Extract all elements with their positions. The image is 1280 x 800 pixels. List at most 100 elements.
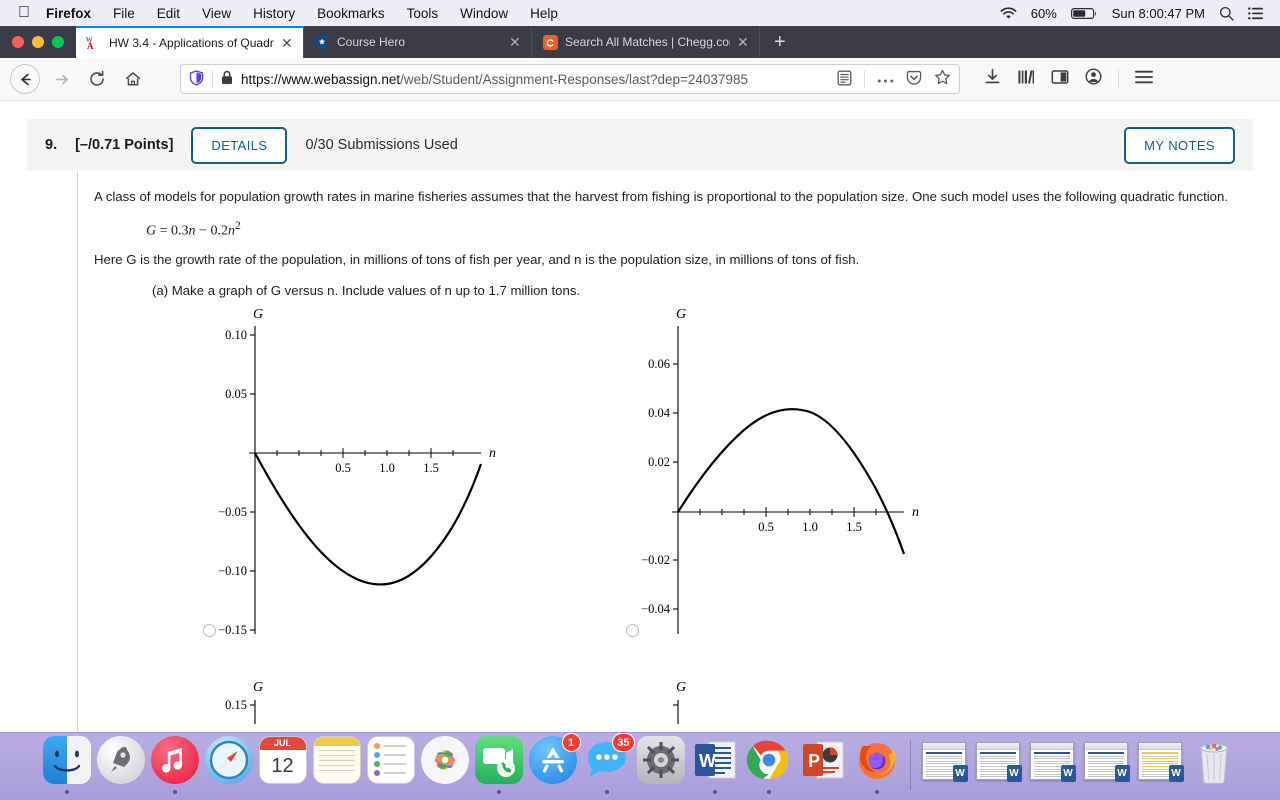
menu-item-tools[interactable]: Tools — [407, 6, 439, 21]
dock-item-reminders[interactable] — [364, 736, 418, 798]
answer-choice-2[interactable]: G n 0.06 0.04 0.02 −0.02 −0.04 0.5 1.0 1… — [612, 304, 1032, 654]
menubar-clock: Sun 8:00:47 PM — [1111, 5, 1205, 21]
firefox-icon — [853, 736, 901, 784]
graph-choice-1[interactable]: G n 0.10 0.05 −0.05 −0.10 −0.15 0.5 1.0 … — [189, 304, 609, 649]
menu-item-help[interactable]: Help — [530, 6, 558, 21]
my-notes-button[interactable]: MY NOTES — [1124, 126, 1235, 164]
tab-webassign[interactable]: WA HW 3.4 - Applications of Quadrat ✕ — [76, 26, 304, 58]
downloads-icon[interactable] — [984, 68, 1001, 90]
spotlight-search-icon[interactable] — [1219, 6, 1234, 21]
menu-item-edit[interactable]: Edit — [157, 6, 180, 21]
reader-view-icon[interactable] — [837, 70, 852, 89]
tracking-protection-shield-icon[interactable] — [189, 69, 204, 89]
menu-item-firefox[interactable]: Firefox — [46, 6, 91, 21]
running-indicator — [64, 790, 69, 794]
back-arrow-icon[interactable] — [10, 64, 40, 94]
dock-item-microsoft-word[interactable]: W — [688, 736, 742, 798]
dock-minimized-window-3[interactable]: W — [1025, 736, 1079, 798]
notification-center-icon[interactable] — [1248, 6, 1264, 20]
dock-item-firefox[interactable] — [850, 736, 904, 798]
svg-text:P: P — [808, 751, 820, 771]
menu-item-file[interactable]: File — [113, 6, 135, 21]
dock-minimized-window-4[interactable]: W — [1079, 736, 1133, 798]
dock-separator — [909, 740, 911, 790]
dock-item-photos[interactable] — [418, 736, 472, 798]
svg-text:C: C — [546, 37, 554, 49]
answer-choice-1[interactable]: G n 0.10 0.05 −0.05 −0.10 −0.15 0.5 1.0 … — [189, 304, 609, 654]
hamburger-menu-icon[interactable] — [1135, 70, 1153, 89]
close-icon[interactable]: ✕ — [737, 35, 751, 49]
bookmark-star-icon[interactable] — [934, 69, 951, 89]
dock-item-system-preferences[interactable] — [634, 736, 688, 798]
graph-choice-3[interactable]: G 0.15 — [189, 678, 609, 725]
dock-item-finder[interactable] — [40, 736, 94, 798]
library-icon[interactable] — [1017, 69, 1035, 90]
url-bar[interactable]: https://www.webassign.net/web/Student/As… — [180, 64, 960, 94]
dock-item-launchpad[interactable] — [94, 736, 148, 798]
app-store-badge: 1 — [561, 733, 581, 752]
dock-item-safari[interactable] — [202, 736, 256, 798]
battery-icon[interactable] — [1070, 7, 1098, 20]
dock-item-messages[interactable]: 35 — [580, 733, 635, 798]
x-axis-label-1: n — [489, 446, 496, 461]
maximize-window-button[interactable] — [52, 36, 64, 48]
dock-item-facetime[interactable] — [472, 736, 526, 798]
new-tab-button[interactable]: + — [760, 26, 800, 58]
battery-percent-label: 60% — [1030, 5, 1057, 21]
answer-choice-graphs: G n 0.10 0.05 −0.05 −0.10 −0.15 0.5 1.0 … — [94, 304, 1280, 725]
answer-choice-3[interactable]: G 0.15 — [189, 678, 609, 729]
question-number: 9. — [45, 137, 58, 153]
x-tick-label: 1.5 — [846, 520, 862, 534]
y-tick-label: −0.15 — [218, 623, 247, 637]
apple-logo-icon[interactable]:  — [18, 5, 30, 21]
wifi-icon[interactable] — [1000, 6, 1017, 20]
x-tick-label: 0.5 — [758, 520, 774, 534]
padlock-icon[interactable] — [221, 70, 233, 88]
tab-chegg[interactable]: C Search All Matches | Chegg.com ✕ — [532, 26, 760, 58]
y-axis-label-3: G — [253, 680, 263, 695]
close-icon[interactable]: ✕ — [509, 35, 523, 49]
dock-item-itunes[interactable] — [148, 736, 202, 798]
graph-choice-4[interactable]: G — [612, 678, 1032, 725]
page-actions-ellipsis-icon[interactable] — [877, 72, 894, 87]
reload-icon[interactable] — [82, 64, 112, 94]
dock-item-google-chrome[interactable] — [742, 736, 796, 798]
close-window-button[interactable] — [12, 36, 24, 48]
forward-arrow-icon[interactable] — [46, 64, 76, 94]
y-tick-label: 0.10 — [225, 328, 247, 342]
menu-item-bookmarks[interactable]: Bookmarks — [317, 6, 385, 21]
dock-item-microsoft-powerpoint[interactable]: P — [796, 736, 850, 798]
home-icon[interactable] — [118, 64, 148, 94]
answer-choice-4[interactable]: G — [612, 678, 1032, 729]
toolbar-right-actions — [976, 68, 1153, 90]
dock-minimized-window-1[interactable]: W — [917, 736, 971, 798]
minimize-window-button[interactable] — [32, 36, 44, 48]
tab-course-hero[interactable]: Course Hero ✕ — [304, 26, 532, 58]
url-actions-separator — [864, 71, 865, 87]
dock-item-calendar[interactable]: JUL 12 — [256, 736, 310, 798]
x-tick-label: 0.5 — [335, 461, 351, 475]
coursehero-icon — [314, 34, 330, 50]
graph-choice-2[interactable]: G n 0.06 0.04 0.02 −0.02 −0.04 0.5 1.0 1… — [612, 304, 1032, 649]
close-icon[interactable]: ✕ — [281, 36, 295, 50]
url-domain: https://www.webassign.net — [241, 71, 401, 87]
sidebar-icon[interactable] — [1051, 69, 1069, 90]
details-button[interactable]: DETAILS — [191, 126, 288, 164]
url-path: /web/Student/Assignment-Responses/last?d… — [400, 71, 748, 87]
dock-minimized-window-5[interactable]: W — [1133, 736, 1187, 798]
word-badge-icon: W — [1060, 765, 1076, 782]
menu-item-window[interactable]: Window — [460, 6, 508, 21]
dock-item-app-store[interactable]: 1 — [526, 733, 581, 798]
url-text[interactable]: https://www.webassign.net/web/Student/As… — [241, 72, 829, 87]
tab-title: Course Hero — [337, 35, 406, 49]
dock-item-notes[interactable] — [310, 736, 364, 798]
dock-item-trash[interactable] — [1187, 736, 1241, 798]
dock-minimized-window-2[interactable]: W — [971, 736, 1025, 798]
menu-item-view[interactable]: View — [202, 6, 231, 21]
toolbar-separator — [1118, 69, 1119, 89]
menu-item-history[interactable]: History — [253, 6, 295, 21]
running-indicator — [874, 790, 879, 794]
pocket-icon[interactable] — [906, 70, 922, 89]
calendar-icon: JUL 12 — [258, 736, 307, 784]
account-icon[interactable] — [1085, 68, 1102, 90]
